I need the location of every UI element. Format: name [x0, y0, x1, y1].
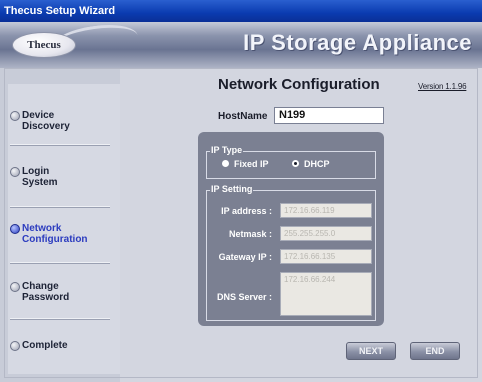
sidebar-divider — [10, 318, 110, 320]
step-bullet-icon — [10, 111, 20, 121]
ip-address-label: IP address : — [221, 206, 272, 216]
sidebar-divider — [10, 144, 110, 146]
version-link[interactable]: Version 1.1.96 — [418, 82, 467, 91]
sidebar-divider — [10, 206, 110, 208]
ip-type-legend: IP Type — [210, 145, 244, 155]
gateway-ip-field[interactable]: 172.16.66.135 — [280, 249, 372, 264]
hostname-label: HostName — [218, 111, 268, 122]
banner-title: IP Storage Appliance — [243, 30, 472, 55]
step-bullet-icon — [10, 282, 20, 292]
ip-setting-legend: IP Setting — [210, 184, 254, 194]
end-button[interactable]: END — [410, 342, 460, 360]
sidebar-divider — [10, 262, 110, 264]
dns-server-field[interactable]: 172.16.66.244 — [280, 272, 372, 316]
ip-type-group — [206, 151, 376, 179]
fixed-ip-label: Fixed IP — [234, 159, 269, 169]
dns-server-label: DNS Server : — [216, 292, 272, 302]
netmask-label: Netmask : — [228, 229, 272, 239]
window-title: Thecus Setup Wizard — [0, 0, 482, 22]
step-label: Device Discovery — [22, 110, 70, 132]
logo-text: Thecus — [12, 32, 76, 58]
step-label: Login System — [22, 166, 58, 188]
gateway-ip-label: Gateway IP : — [218, 252, 272, 262]
step-bullet-icon — [10, 224, 20, 234]
dhcp-label: DHCP — [304, 159, 330, 169]
next-button[interactable]: NEXT — [346, 342, 396, 360]
page-title: Network Configuration — [218, 76, 380, 93]
ip-address-field[interactable]: 172.16.66.119 — [280, 203, 372, 218]
step-label: Change Password — [22, 281, 70, 303]
radio-checked-icon[interactable] — [292, 160, 299, 167]
hostname-input[interactable]: N199 — [274, 107, 384, 124]
step-label: Complete — [22, 340, 68, 351]
thecus-logo: Thecus — [12, 20, 140, 63]
banner: Thecus IP Storage Appliance — [0, 20, 482, 68]
step-bullet-icon — [10, 167, 20, 177]
netmask-field[interactable]: 255.255.255.0 — [280, 226, 372, 241]
step-label: Network Configuration — [22, 223, 88, 245]
step-bullet-icon — [10, 341, 20, 351]
radio-unchecked-icon[interactable] — [222, 160, 229, 167]
